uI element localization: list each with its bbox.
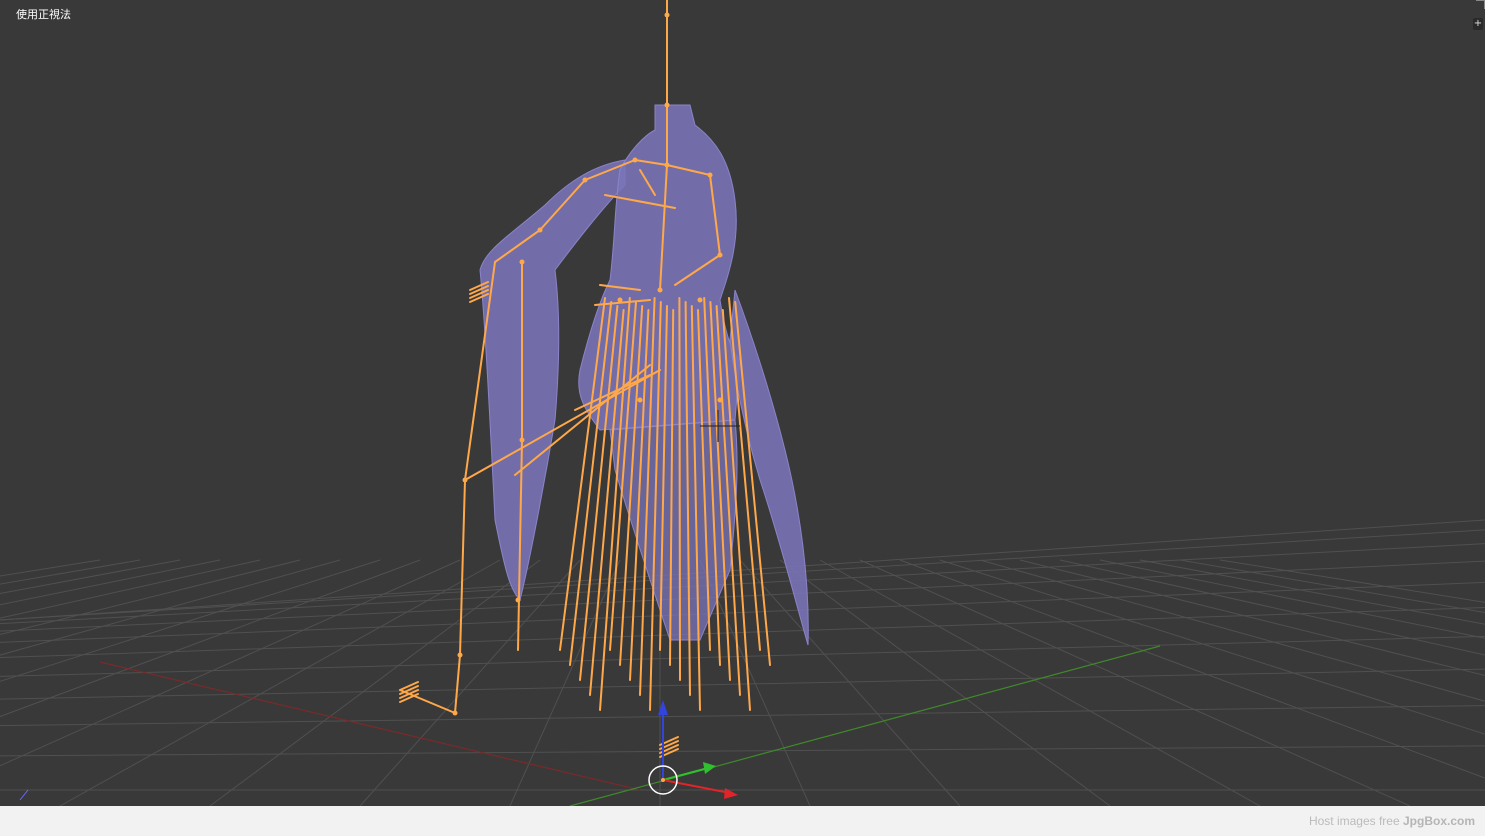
floor-grid	[0, 519, 1485, 806]
viewport-canvas[interactable]	[0, 0, 1485, 806]
view-axis-icon	[19, 789, 29, 801]
view-mode-label: 使用正視法	[16, 8, 71, 21]
watermark: Host images free JpgBox.com	[1309, 814, 1475, 828]
plus-icon[interactable]: +	[1473, 18, 1483, 30]
y-axis-line	[569, 645, 1161, 806]
3d-viewport[interactable]: 使用正視法 +	[0, 0, 1485, 806]
area-resize-corner-icon[interactable]	[1476, 0, 1485, 9]
transform-gizmo[interactable]	[648, 700, 738, 799]
footer-bar: Host images free JpgBox.com	[0, 806, 1485, 836]
x-axis-line	[99, 661, 641, 791]
watermark-prefix: Host images free	[1308, 814, 1400, 828]
watermark-brand: JpgBox.com	[1402, 814, 1475, 828]
